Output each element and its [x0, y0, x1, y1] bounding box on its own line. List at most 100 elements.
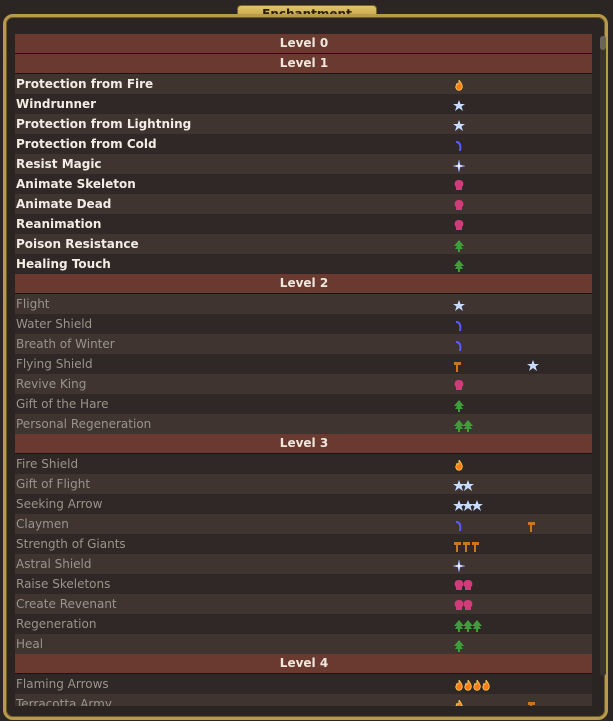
- nature-icon: [453, 258, 465, 272]
- spell-name: Heal: [16, 637, 44, 651]
- spell-row[interactable]: Flying Shield: [15, 354, 592, 374]
- spell-row[interactable]: Windrunner: [15, 94, 592, 114]
- spell-name: Regeneration: [16, 617, 97, 631]
- spell-row[interactable]: Healing Touch: [15, 254, 592, 274]
- death-icon: [462, 598, 474, 610]
- spell-name: Personal Regeneration: [16, 417, 152, 431]
- spell-row[interactable]: Animate Dead: [15, 194, 592, 214]
- spell-row[interactable]: Flight: [15, 294, 592, 314]
- water-icon: [453, 138, 465, 151]
- spell-name: Flight: [16, 297, 50, 311]
- spell-cost-icons: [453, 674, 592, 694]
- water-icon: [453, 318, 465, 331]
- spell-name: Gift of Flight: [16, 477, 91, 491]
- scrollbar[interactable]: [600, 36, 606, 676]
- spell-row[interactable]: Poison Resistance: [15, 234, 592, 254]
- spell-name: Flaming Arrows: [16, 677, 109, 691]
- spell-name: Claymen: [16, 517, 69, 531]
- spell-cost-icons: [452, 554, 592, 574]
- arcane-icon: [452, 158, 466, 173]
- spell-name: Healing Touch: [16, 257, 111, 271]
- spell-row[interactable]: Astral Shield: [15, 554, 592, 574]
- spell-name: Protection from Cold: [16, 137, 157, 151]
- spell-name: Raise Skeletons: [16, 577, 111, 591]
- spell-row[interactable]: Flaming Arrows: [15, 674, 592, 694]
- spell-cost-icons: [453, 614, 592, 634]
- spell-cost-icons: [453, 454, 592, 474]
- air-icon: [453, 298, 465, 311]
- death-icon: [453, 378, 465, 390]
- spell-row[interactable]: Animate Skeleton: [15, 174, 592, 194]
- spell-row[interactable]: Breath of Winter: [15, 334, 592, 354]
- fire-icon: [453, 458, 465, 471]
- spell-row[interactable]: Water Shield: [15, 314, 592, 334]
- spell-row[interactable]: Protection from Fire: [15, 74, 592, 94]
- scrollbar-thumb[interactable]: [600, 36, 606, 50]
- spell-cost-icons: [453, 254, 592, 274]
- spell-name: Windrunner: [16, 97, 97, 111]
- spell-cost-icons: [453, 574, 592, 594]
- spell-cost-icons: [453, 214, 592, 234]
- spell-row[interactable]: Strength of Giants: [15, 534, 592, 554]
- air-icon: [453, 118, 465, 131]
- spell-row[interactable]: Personal Regeneration: [15, 414, 592, 434]
- nature-icon: [453, 398, 465, 412]
- spell-cost-icons: [453, 234, 592, 254]
- arcane-icon: [452, 558, 466, 573]
- spell-row[interactable]: Create Revenant: [15, 594, 592, 614]
- spell-cost-icons: [453, 634, 592, 654]
- spell-row[interactable]: Protection from Cold: [15, 134, 592, 154]
- spell-row[interactable]: Revive King: [15, 374, 592, 394]
- nature-icon: [462, 418, 474, 432]
- spell-row[interactable]: Fire Shield: [15, 454, 592, 474]
- spell-cost-icons: [453, 314, 592, 334]
- spell-row[interactable]: Gift of the Hare: [15, 394, 592, 414]
- spell-row[interactable]: Regeneration: [15, 614, 592, 634]
- fire-icon: [453, 78, 465, 91]
- spell-row[interactable]: Claymen: [15, 514, 592, 534]
- spell-row[interactable]: Heal: [15, 634, 592, 654]
- spell-cost-icons: [453, 474, 592, 494]
- spell-name: Protection from Lightning: [16, 117, 192, 131]
- water-icon: [453, 518, 465, 531]
- spell-name: Protection from Fire: [16, 77, 154, 91]
- spell-cost-icons: [453, 594, 592, 614]
- earth-icon: [453, 358, 465, 372]
- spell-cost-icons: [453, 534, 592, 554]
- spell-cost-icons: [453, 174, 592, 194]
- air-icon: [527, 358, 539, 371]
- spell-row[interactable]: Protection from Lightning: [15, 114, 592, 134]
- death-icon: [453, 178, 465, 190]
- spell-row[interactable]: Raise Skeletons: [15, 574, 592, 594]
- spell-name: Gift of the Hare: [16, 397, 109, 411]
- spell-cost-icons: [453, 134, 592, 154]
- spell-row[interactable]: Gift of Flight: [15, 474, 592, 494]
- earth-icon: [527, 698, 539, 706]
- spell-cost-icons: [453, 494, 592, 514]
- earth-icon: [471, 538, 483, 552]
- level-header: Level 2: [15, 274, 592, 294]
- spell-name: Reanimation: [16, 217, 102, 231]
- spell-name: Resist Magic: [16, 157, 102, 171]
- level-header: Level 3: [15, 434, 592, 454]
- death-icon: [462, 578, 474, 590]
- fire-icon: [480, 678, 492, 691]
- spell-row[interactable]: Seeking Arrow: [15, 494, 592, 514]
- spell-name: Animate Skeleton: [16, 177, 136, 191]
- water-icon: [453, 338, 465, 351]
- spell-cost-icons: [453, 354, 592, 374]
- spell-name: Astral Shield: [16, 557, 92, 571]
- spell-row[interactable]: Reanimation: [15, 214, 592, 234]
- spell-list[interactable]: Level 0 Level 1 Protection from Fire Windru…: [15, 34, 592, 706]
- spell-name: Create Revenant: [16, 597, 117, 611]
- spell-name: Revive King: [16, 377, 87, 391]
- spell-cost-icons: [453, 514, 592, 534]
- spell-cost-icons: [453, 414, 592, 434]
- spell-name: Fire Shield: [16, 457, 79, 471]
- spell-name: Breath of Winter: [16, 337, 115, 351]
- spell-cost-icons: [453, 374, 592, 394]
- spell-row[interactable]: Terracotta Army: [15, 694, 592, 706]
- spell-cost-icons: [453, 114, 592, 134]
- air-icon: [471, 498, 483, 511]
- spell-row[interactable]: Resist Magic: [15, 154, 592, 174]
